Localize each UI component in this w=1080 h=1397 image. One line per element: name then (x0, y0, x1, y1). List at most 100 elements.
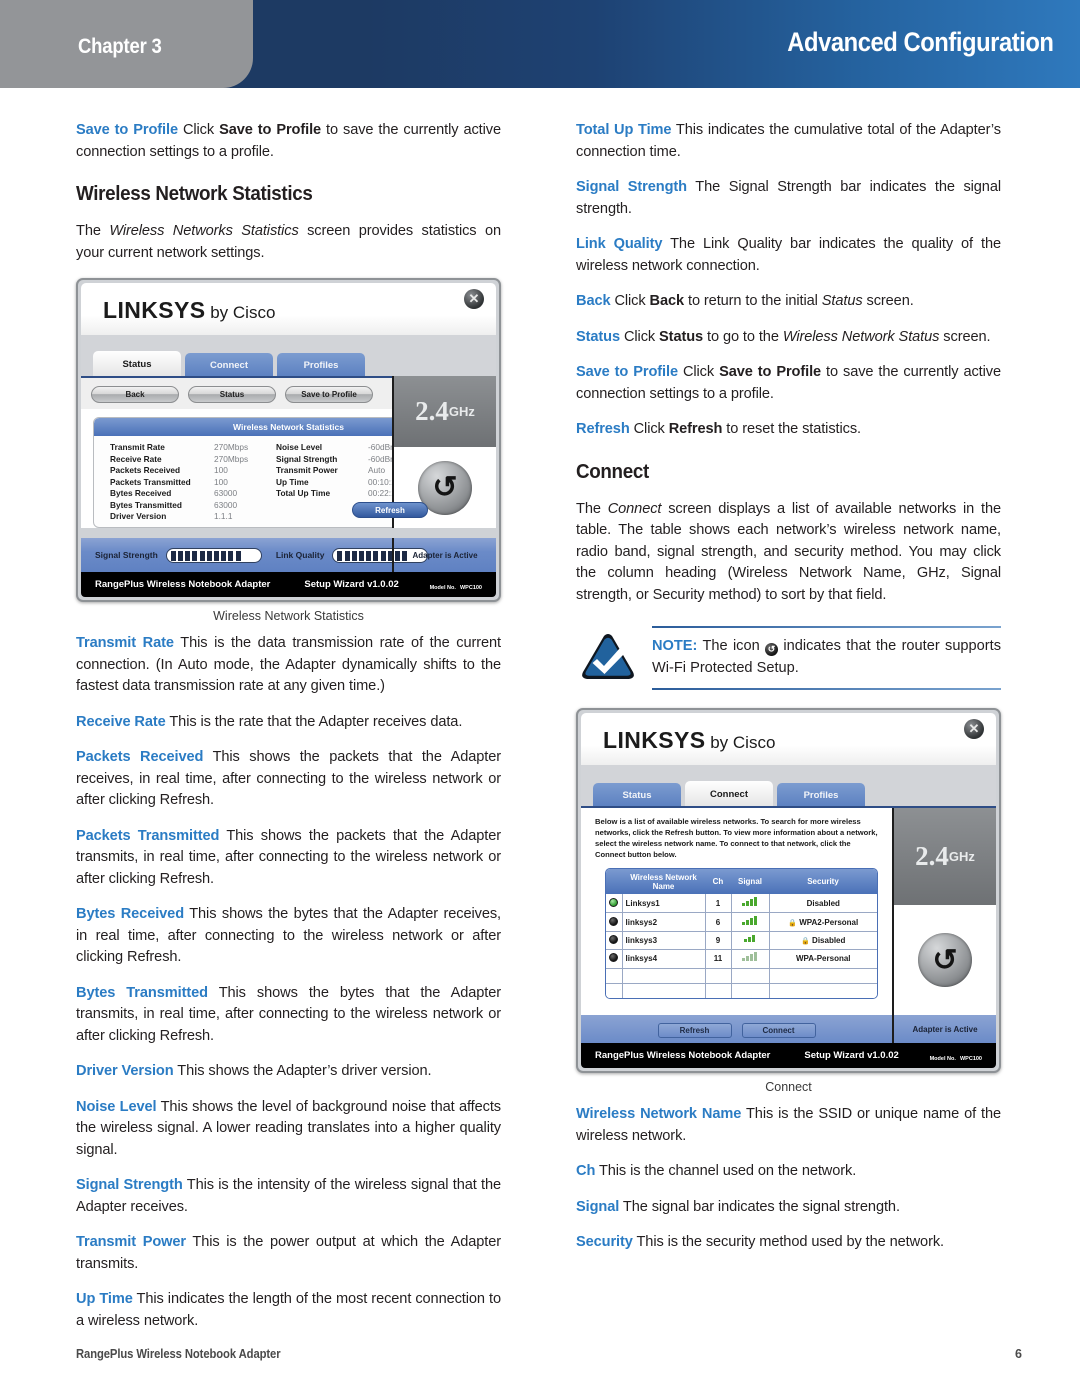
text-run-bold: Refresh (668, 421, 723, 437)
stat-value: 63000 (214, 488, 238, 498)
left-column: Save to Profile Click Save to Profile to… (76, 120, 501, 1332)
footer-model-prefix: Model No. (429, 585, 456, 591)
cell-network-name: Linksys1 (622, 894, 706, 914)
tab-status[interactable]: Status (93, 351, 181, 378)
checkmark-icon (580, 632, 636, 682)
header-title: Advanced Configuration (787, 27, 1055, 57)
wps-dark-icon (606, 931, 623, 950)
term-status: Status (576, 328, 621, 345)
table-row[interactable]: linksys2 6 🔒 WPA2-Personal (606, 912, 877, 933)
stat-value: 270Mbps (214, 442, 249, 452)
para-bytes-received: Bytes Received This shows the bytes that… (76, 904, 501, 969)
stat-key: Driver Version (110, 511, 167, 521)
footer-product: RangePlus Wireless Notebook Adapter (95, 579, 271, 590)
para-intro: The Wireless Networks Statistics screen … (76, 221, 501, 264)
text-run-italic: Connect (607, 500, 662, 517)
para-packets-transmitted: Packets Transmitted This shows the packe… (76, 826, 501, 891)
save-to-profile-button[interactable]: Save to Profile (285, 386, 373, 403)
stat-key: Packets Received (110, 465, 181, 475)
term-signal-strength: Signal Strength (576, 179, 687, 195)
text-run: to return to the initial (684, 293, 822, 309)
tab-profiles[interactable]: Profiles (277, 353, 365, 378)
term-save-to-profile: Save to Profile (76, 122, 178, 138)
table-row[interactable]: linksys3 9 🔒 Disabled (606, 931, 877, 950)
cell-ch: 6 (705, 912, 732, 933)
text-run: Click (610, 293, 650, 309)
stat-value: 1.1.1 (214, 511, 233, 521)
tab-status[interactable]: Status (593, 783, 681, 808)
footer-model: Model No. WPC100 (930, 1048, 982, 1063)
logo-subtext: by Cisco (705, 733, 776, 752)
table-row[interactable]: Linksys1 1 Disabled (606, 894, 877, 914)
wps-green-icon (606, 894, 623, 914)
tab-connect[interactable]: Connect (685, 781, 773, 808)
text-run: screen. (939, 328, 991, 345)
close-icon[interactable]: ✕ (464, 289, 484, 309)
para-refresh: Refresh Click Refresh to reset the stati… (576, 419, 1001, 441)
term-save-to-profile: Save to Profile (576, 364, 678, 380)
app-tabs: Status Connect Profiles (581, 781, 996, 808)
signal-strength-meter (165, 547, 262, 563)
para-total-up-time: Total Up Time This indicates the cumulat… (576, 120, 1001, 163)
term-packets-received: Packets Received (76, 749, 204, 765)
refresh-button[interactable]: Refresh (352, 502, 428, 518)
refresh-button[interactable]: Refresh (657, 1023, 732, 1039)
wps-panel: ↺ (894, 905, 996, 1016)
chapter-tab: Chapter 3 (0, 0, 253, 88)
table-row[interactable]: linksys4 11 WPA-Personal (606, 949, 877, 969)
stat-value: 270Mbps (214, 453, 249, 464)
para-packets-received: Packets Received This shows the packets … (76, 747, 501, 812)
connect-button[interactable]: Connect (741, 1023, 816, 1039)
term-driver-version: Driver Version (76, 1063, 174, 1079)
app-subbar (81, 335, 496, 351)
app-tabs: Status Connect Profiles (81, 351, 496, 378)
term-security: Security (576, 1234, 633, 1251)
col-header-ch[interactable]: Ch (705, 869, 731, 894)
status-button[interactable]: Status (188, 386, 276, 403)
footer-product: RangePlus Wireless Notebook Adapter (595, 1050, 771, 1062)
band-value: 2.4 (915, 841, 949, 872)
footer-product-name: RangePlus Wireless Notebook Adapter (76, 1347, 281, 1361)
text-run: The (76, 223, 110, 239)
col-header-security[interactable]: Security (769, 869, 877, 894)
para-link-quality: Link Quality The Link Quality bar indica… (576, 234, 1001, 277)
text-run: The signal bar indicates the signal stre… (619, 1198, 900, 1215)
heading-wireless-network-statistics: Wireless Network Statistics (76, 183, 313, 205)
wps-icon: ↺ (765, 643, 779, 656)
stat-value: 100 (214, 465, 228, 475)
close-icon[interactable]: ✕ (964, 719, 984, 739)
table-header-row: Wireless Network Name Ch Signal Security (606, 869, 877, 894)
note-box: NOTE: The icon ↺ indicates that the rout… (576, 626, 1001, 690)
tab-profiles[interactable]: Profiles (777, 783, 865, 808)
lock-icon: 🔒 (801, 937, 810, 945)
app-window-statistics: LINKSYS by Cisco ✕ Status Connect Profiles… (76, 278, 501, 602)
tab-connect[interactable]: Connect (185, 353, 273, 378)
col-header-icon[interactable] (606, 869, 622, 894)
back-button[interactable]: Back (91, 386, 179, 403)
signal-strength-label: Signal Strength (95, 550, 158, 560)
signal-bars-icon (731, 931, 770, 950)
linksys-logo: LINKSYS by Cisco (603, 727, 775, 754)
column-divider (540, 118, 541, 1333)
band-indicator: 2.4 GHz (894, 808, 996, 906)
para-noise-level: Noise Level This shows the level of back… (76, 1097, 501, 1162)
logo-subtext: by Cisco (205, 303, 276, 322)
text-run: Click (177, 122, 220, 138)
app-header: LINKSYS by Cisco ✕ (581, 713, 996, 765)
security-label: WPA2-Personal (799, 917, 859, 927)
para-transmit-power: Transmit Power This is the power output … (76, 1232, 501, 1275)
wps-dark-icon (606, 912, 623, 933)
app-side-panel: 2.4 GHz ↺ (892, 808, 996, 1016)
document-page: Advanced Configuration Chapter 3 Save to… (0, 0, 1080, 1397)
para-transmit-rate: Transmit Rate This is the data transmiss… (76, 633, 501, 698)
footer-wizard: Setup Wizard v1.0.02 (304, 579, 399, 590)
para-signal-strength: Signal Strength This is the intensity of… (76, 1175, 501, 1218)
term-packets-transmitted: Packets Transmitted (76, 827, 220, 844)
stat-key: Bytes Transmitted (110, 499, 182, 510)
footer-model-value: WPC100 (459, 585, 482, 591)
term-back: Back (576, 293, 611, 309)
lock-icon: 🔒 (788, 919, 797, 927)
app-footer: RangePlus Wireless Notebook Adapter Setu… (81, 572, 496, 597)
col-header-signal[interactable]: Signal (731, 869, 769, 894)
col-header-network-name[interactable]: Wireless Network Name (622, 869, 705, 894)
